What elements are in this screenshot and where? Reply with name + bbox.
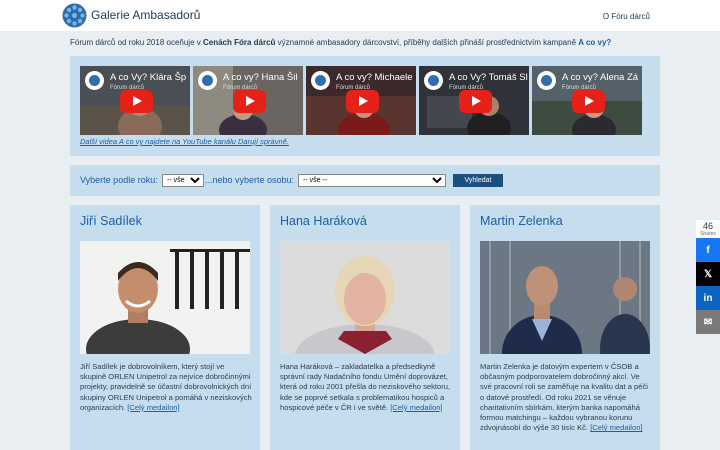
video-title: A co Vy? Klára Šp bbox=[110, 72, 187, 83]
channel-avatar bbox=[424, 71, 443, 90]
top-bar: Galerie Ambasadorů O Fóru dárců bbox=[0, 0, 720, 31]
video-title: A co Vy? Tomáš Sl bbox=[449, 72, 528, 83]
intro-campaign-link[interactable]: A co vy? bbox=[578, 38, 611, 47]
intro-text-1: Fórum dárců od roku 2018 oceňuje v bbox=[70, 38, 203, 47]
person-filter-label: ...nebo vyberte osobu: bbox=[205, 175, 295, 185]
channel-avatar bbox=[537, 71, 556, 90]
video-thumbnail[interactable]: A co vy? Alena Zá Fórum dárců bbox=[532, 66, 642, 135]
video-thumbnail[interactable]: A co Vy? Tomáš Sl Fórum dárců bbox=[419, 66, 529, 135]
ambassador-name[interactable]: Martin Zelenka bbox=[480, 214, 563, 228]
facebook-icon: f bbox=[706, 244, 710, 256]
search-button[interactable]: Vyhledat bbox=[453, 174, 503, 187]
play-icon[interactable] bbox=[572, 90, 605, 113]
about-link[interactable]: O Fóru dárců bbox=[603, 12, 650, 21]
play-icon[interactable] bbox=[233, 90, 266, 113]
channel-avatar bbox=[311, 71, 330, 90]
linkedin-icon: in bbox=[703, 292, 713, 304]
ambassador-photo[interactable] bbox=[480, 241, 650, 354]
ambassador-name[interactable]: Hana Haráková bbox=[280, 214, 367, 228]
channel-avatar bbox=[85, 71, 104, 90]
play-icon[interactable] bbox=[120, 90, 153, 113]
ambassador-card: Jiří Sadílek Jiří Sadílek je dobrovolník… bbox=[70, 205, 260, 450]
share-count: 46 bbox=[702, 221, 713, 231]
mail-share-button[interactable]: ✉ bbox=[696, 310, 720, 334]
full-profile-link[interactable]: [Celý medailon] bbox=[390, 403, 442, 412]
ambassador-bio: Martin Zelenka je datovým expertem v ČSO… bbox=[480, 362, 652, 433]
ambassador-photo[interactable] bbox=[280, 241, 450, 354]
ambassador-photo[interactable] bbox=[80, 241, 250, 354]
intro-text-2: významné ambasadory dárcovství, příběhy … bbox=[275, 38, 579, 47]
facebook-share-button[interactable]: f bbox=[696, 238, 720, 262]
ambassador-name[interactable]: Jiří Sadílek bbox=[80, 214, 142, 228]
year-select[interactable]: -- vše -- bbox=[162, 174, 204, 187]
mail-icon: ✉ bbox=[703, 316, 713, 328]
full-profile-link[interactable]: [Celý medailon] bbox=[590, 423, 642, 432]
intro-bold: Cenách Fóra dárců bbox=[202, 38, 276, 47]
ambassador-bio-text: Martin Zelenka je datovým expertem v ČSO… bbox=[480, 362, 648, 433]
ambassador-card: Hana Haráková Hana Haráková – zakladatel… bbox=[270, 205, 460, 450]
share-label: Shares bbox=[700, 231, 716, 237]
filter-panel: Vyberte podle roku: -- vše -- ...nebo vy… bbox=[70, 165, 660, 196]
video-thumbnail[interactable]: A co Vy? Klára Šp Fórum dárců bbox=[80, 66, 190, 135]
video-thumbnail[interactable]: A co vy? Hana Šil Fórum dárců bbox=[193, 66, 303, 135]
more-videos-link[interactable]: Další videa A co vy najdete na YouTube k… bbox=[80, 137, 289, 146]
year-filter-label: Vyberte podle roku: bbox=[80, 175, 158, 185]
ambassador-card: Martin Zelenka Martin Zelenka je datovým… bbox=[470, 205, 660, 450]
full-profile-link[interactable]: [Celý medailon] bbox=[127, 403, 179, 412]
play-icon[interactable] bbox=[346, 90, 379, 113]
intro-text: Fórum dárců od roku 2018 oceňuje v Cenác… bbox=[70, 38, 670, 47]
video-title: A co vy? Michaele bbox=[336, 72, 413, 83]
channel-avatar bbox=[198, 71, 217, 90]
x-share-button[interactable]: 𝕏 bbox=[696, 262, 720, 286]
videos-panel: A co Vy? Klára Šp Fórum dárců A co vy? H… bbox=[70, 56, 660, 156]
brand-title[interactable]: Galerie Ambasadorů bbox=[91, 8, 200, 22]
person-select[interactable]: -- vše -- bbox=[298, 174, 446, 187]
ambassador-bio: Hana Haráková – zakladatelka a předsedky… bbox=[280, 362, 452, 413]
play-icon[interactable] bbox=[459, 90, 492, 113]
share-count-box: 46 Shares bbox=[696, 220, 720, 238]
video-title: A co vy? Alena Zá bbox=[562, 72, 639, 83]
share-bar: 46 Shares f 𝕏 in ✉ bbox=[696, 220, 720, 334]
x-icon: 𝕏 bbox=[703, 268, 713, 280]
linkedin-share-button[interactable]: in bbox=[696, 286, 720, 310]
video-thumbnail[interactable]: A co vy? Michaele Fórum dárců bbox=[306, 66, 416, 135]
logo-icon[interactable] bbox=[62, 3, 87, 28]
video-title: A co vy? Hana Šil bbox=[223, 72, 298, 83]
ambassador-bio: Jiří Sadílek je dobrovolníkem, který sto… bbox=[80, 362, 252, 413]
